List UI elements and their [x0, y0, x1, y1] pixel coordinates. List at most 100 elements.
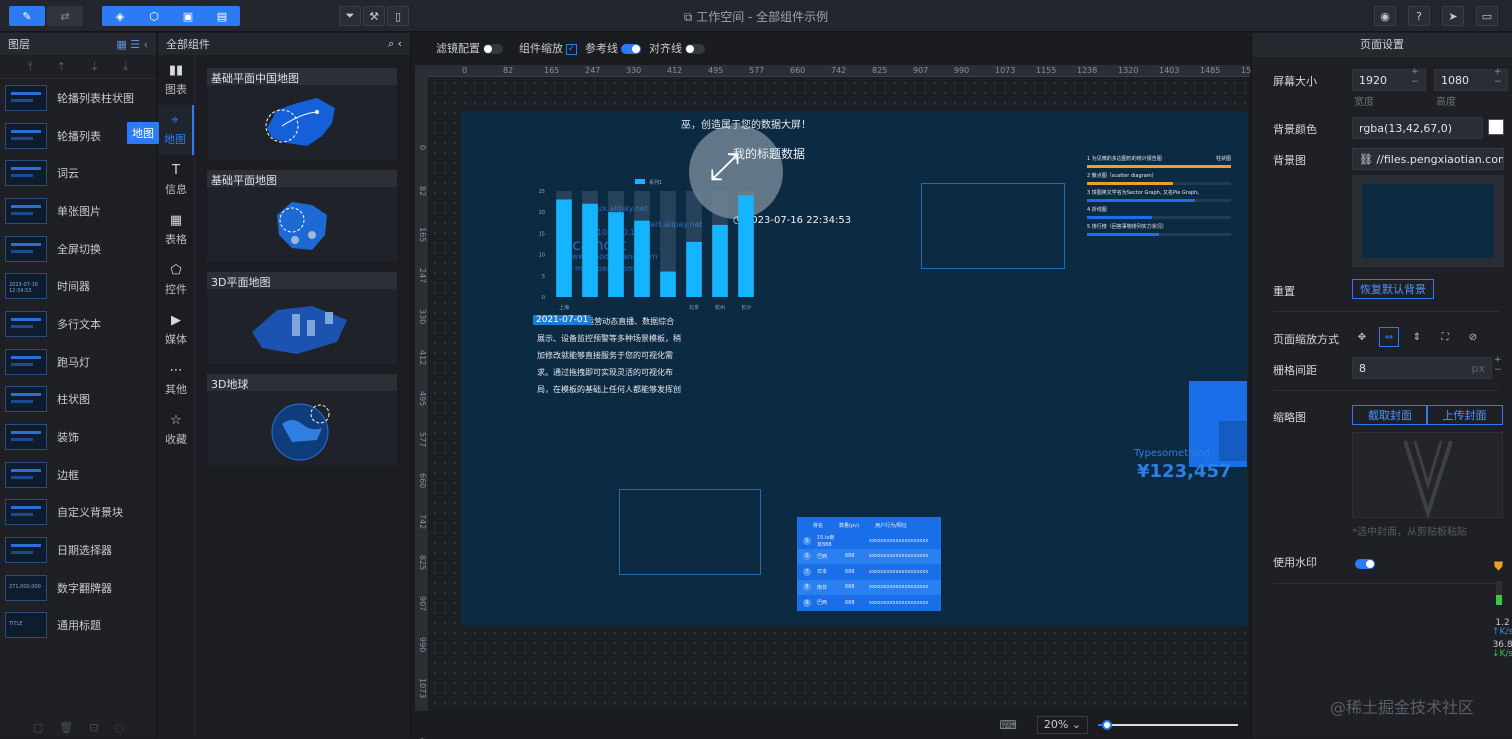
- bg-color-input[interactable]: rgba(13,42,67,0): [1352, 117, 1483, 139]
- card-3d-map[interactable]: 3D平面地图: [207, 272, 397, 364]
- layers-icon[interactable]: ◈: [102, 6, 138, 26]
- zoom-slider-handle[interactable]: [1102, 719, 1112, 730]
- move-down-icon[interactable]: ⇣: [90, 60, 99, 73]
- toolbox-icon[interactable]: ▤: [204, 6, 240, 26]
- filter-config[interactable]: 滤镜配置: [436, 40, 503, 56]
- filter-toggle[interactable]: [483, 44, 503, 54]
- scale-none-icon[interactable]: ⊘: [1463, 327, 1483, 347]
- scale-fit-icon[interactable]: ⛶: [1435, 327, 1455, 347]
- move-bottom-icon[interactable]: ⤓: [123, 60, 128, 74]
- layer-item[interactable]: 边框: [0, 456, 156, 494]
- multiline-text[interactable]: DataV 提供运营动态直播、数据综合 展示、设备监控预警等多种场景模板，稍 加…: [537, 313, 697, 398]
- carousel-table[interactable]: 排名 数量(pv) 用户行为/网址 5 15.lo南京888 xxxxxxxxxxxxxx…: [797, 517, 941, 611]
- folder-icon[interactable]: ▢: [33, 721, 43, 734]
- component-panel-header: 全部组件 ⌕ ‹: [158, 33, 410, 55]
- zoom-slider[interactable]: [1098, 718, 1238, 732]
- tab-map[interactable]: ⌖ 地图: [158, 105, 194, 155]
- layer-item[interactable]: 多行文本: [0, 305, 156, 343]
- bg-image-input[interactable]: ⛓ //files.pengxiaotian.com/da: [1352, 148, 1504, 170]
- filter-icon[interactable]: ⏷: [339, 6, 361, 26]
- layer-item[interactable]: 单张图片: [0, 192, 156, 230]
- layer-item[interactable]: 轮播列表柱状图: [0, 79, 156, 117]
- border-box[interactable]: [921, 183, 1065, 269]
- scale-config[interactable]: 组件缩放 ✓: [519, 40, 577, 56]
- capture-cover-button[interactable]: 截取封面: [1352, 405, 1428, 425]
- layer-item[interactable]: 柱状图: [0, 381, 156, 419]
- bar[interactable]: [582, 203, 598, 297]
- bar-chart[interactable]: 0 5 10 15 20 25 系列1 上海 北京 杭州 长沙: [529, 175, 769, 315]
- layer-item[interactable]: TITLE 通用标题: [0, 607, 156, 645]
- bg-image-preview[interactable]: [1352, 175, 1504, 267]
- scale-height-icon[interactable]: ⇕: [1407, 327, 1427, 347]
- bar[interactable]: [738, 195, 754, 297]
- grid-spacing-input[interactable]: 8 px: [1352, 357, 1492, 379]
- decoration-frame[interactable]: [619, 489, 761, 575]
- keyboard-icon[interactable]: ⌨: [1000, 718, 1017, 732]
- tab-media[interactable]: ▶ 媒体: [158, 305, 194, 355]
- layer-item[interactable]: 全屏切换: [0, 230, 156, 268]
- move-top-icon[interactable]: ⤒: [28, 60, 33, 74]
- magic-wand-icon[interactable]: ⚒: [363, 6, 385, 26]
- layer-item[interactable]: 2023-07-16 12:34:53 时间器: [0, 267, 156, 305]
- camera-icon[interactable]: ◉: [1374, 6, 1396, 26]
- layer-item[interactable]: 自定义背景块: [0, 494, 156, 532]
- hide-icon[interactable]: ◌: [114, 721, 124, 734]
- layer-item[interactable]: 271,000,000 数字翻牌器: [0, 569, 156, 607]
- horizontal-ruler[interactable]: 0 82 165 247 330 412 495 577 660 742 825 907 990 1073…: [428, 65, 1261, 77]
- height-stepper[interactable]: + −: [1494, 67, 1502, 87]
- zoom-select[interactable]: 20% ⌄: [1036, 715, 1088, 734]
- trash-icon[interactable]: 🗑: [59, 721, 73, 734]
- upload-cover-button[interactable]: 上传封面: [1426, 405, 1503, 425]
- bar[interactable]: [556, 199, 572, 297]
- ref-line-toggle[interactable]: [621, 44, 641, 54]
- layer-item[interactable]: 词云: [0, 154, 156, 192]
- reset-bg-button[interactable]: 恢复默认背景: [1352, 279, 1434, 299]
- carousel-list[interactable]: 1 为见微的多边图形的统计报告图 柱状图 2 散点图（scatter diagram…: [1087, 155, 1231, 240]
- number-flipper[interactable]: ¥123,457: [1137, 461, 1232, 482]
- share-icon[interactable]: ⇄: [47, 6, 83, 26]
- layer-item[interactable]: 跑马灯: [0, 343, 156, 381]
- view-toggle-icon[interactable]: ▦ ☰ ‹: [116, 38, 148, 51]
- tab-info[interactable]: T 信息: [158, 155, 194, 205]
- send-icon[interactable]: ➤: [1442, 6, 1464, 26]
- tab-chart[interactable]: ▮▮ 图表: [158, 55, 194, 105]
- card-china-map[interactable]: 基础平面中国地图: [207, 68, 397, 160]
- grid-stepper[interactable]: + −: [1494, 355, 1502, 375]
- layer-item[interactable]: 装饰: [0, 418, 156, 456]
- bar[interactable]: [660, 271, 676, 297]
- preview-icon[interactable]: ▭: [1476, 6, 1498, 26]
- panel-icon[interactable]: ▣: [170, 6, 206, 26]
- bar[interactable]: [712, 224, 728, 297]
- edit-icon[interactable]: ✎: [9, 6, 45, 26]
- search-icon[interactable]: ⌕ ‹: [388, 37, 402, 51]
- tab-control[interactable]: ⬠ 控件: [158, 255, 194, 305]
- scale-checkbox[interactable]: ✓: [566, 43, 577, 55]
- help-icon[interactable]: ?: [1408, 6, 1430, 26]
- scale-full-icon[interactable]: ✥: [1352, 327, 1372, 347]
- tab-favorite[interactable]: ☆ 收藏: [158, 405, 194, 455]
- lock-icon[interactable]: ⊡: [89, 721, 98, 734]
- width-stepper[interactable]: + −: [1411, 67, 1419, 87]
- cover-preview[interactable]: [1352, 432, 1503, 520]
- layer-item[interactable]: 日期选择器: [0, 531, 156, 569]
- align-line-config[interactable]: 对齐线: [649, 40, 705, 56]
- watermark-toggle[interactable]: [1355, 559, 1375, 569]
- cube-icon[interactable]: ⬡: [136, 6, 172, 26]
- card-basic-map[interactable]: 基础平面地图: [207, 170, 397, 262]
- bar[interactable]: [608, 212, 624, 297]
- color-swatch[interactable]: [1488, 119, 1504, 135]
- ref-line-config[interactable]: 参考线: [585, 40, 641, 56]
- tab-table[interactable]: ▦ 表格: [158, 205, 194, 255]
- bar[interactable]: [634, 220, 650, 297]
- tab-other[interactable]: ⋯ 其他: [158, 355, 194, 405]
- align-line-toggle[interactable]: [685, 44, 705, 54]
- move-up-icon[interactable]: ⇡: [57, 60, 66, 73]
- card-3d-globe[interactable]: 3D地球: [207, 374, 397, 466]
- title-text[interactable]: 我的标题数据: [733, 145, 805, 162]
- bar[interactable]: [686, 241, 702, 297]
- width-sublabel: 宽度: [1354, 97, 1374, 108]
- mobile-icon[interactable]: ▯: [387, 6, 409, 26]
- date-picker[interactable]: 2021-07-01: [533, 315, 592, 325]
- scale-width-icon[interactable]: ⇔: [1379, 327, 1399, 347]
- vertical-ruler[interactable]: 0 82 165 247 330 412 495 577 660 742 825 907 990 1073…: [415, 65, 428, 739]
